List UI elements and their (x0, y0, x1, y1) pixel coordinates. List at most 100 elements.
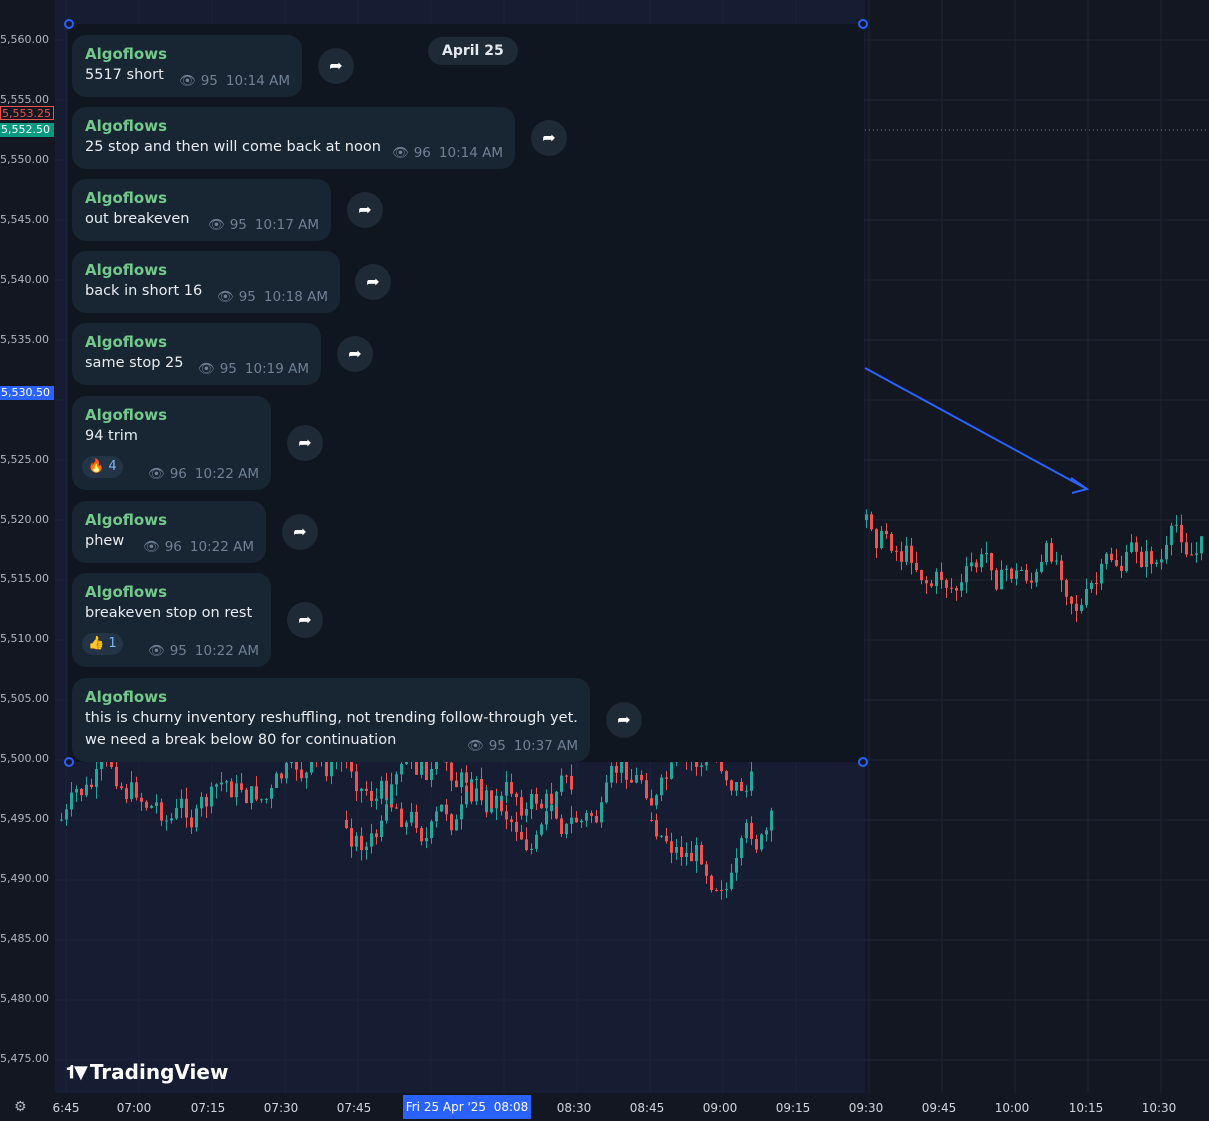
candle-body (1030, 580, 1033, 583)
candle-body (940, 571, 943, 581)
message-sender[interactable]: Algoflows (85, 260, 326, 280)
forward-button[interactable]: ➦ (287, 425, 323, 461)
message-sender[interactable]: Algoflows (85, 510, 252, 530)
forward-button[interactable]: ➦ (347, 192, 383, 228)
candle-body (695, 844, 698, 862)
candle-body (1175, 524, 1178, 526)
resize-handle-br[interactable] (858, 757, 868, 767)
candle-body (1060, 560, 1063, 581)
candle-body (1130, 542, 1133, 553)
reaction-emoji: 👍 (88, 636, 105, 651)
message-bubble[interactable]: Algoflows breakeven stop on rest 👍 1 👁 95 10:… (72, 573, 271, 667)
candle-body (345, 820, 348, 829)
candle-body (145, 801, 148, 808)
candle-body (220, 782, 223, 785)
candle-body (140, 797, 143, 802)
candle-body (1135, 542, 1138, 552)
candle-body (630, 779, 633, 783)
message-sender[interactable]: Algoflows (85, 582, 257, 602)
candle-body (985, 552, 988, 555)
message-bubble[interactable]: Algoflows 94 trim 🔥 4 👁 96 10:22 AM (72, 396, 271, 490)
candle-body (675, 846, 678, 853)
candle-body (360, 788, 363, 792)
message-sender[interactable]: Algoflows (85, 405, 257, 425)
candle-body (130, 782, 133, 800)
candle-body (485, 790, 488, 801)
candle-body (750, 771, 753, 791)
view-count: 95 (229, 217, 247, 233)
time-label: 10:15 (1068, 1101, 1104, 1115)
price-label: 5,480.00 (0, 992, 49, 1005)
price-badge-green: 5,552.50 (0, 123, 54, 137)
message-time: 10:17 AM (254, 217, 319, 233)
time-label: 09:15 (775, 1101, 811, 1115)
forward-button[interactable]: ➦ (531, 120, 567, 156)
message-bubble[interactable]: Algoflows 25 stop and then will come back… (72, 107, 515, 169)
candle-body (475, 788, 478, 802)
candle-body (565, 775, 568, 777)
candle-body (1095, 582, 1098, 584)
candle-body (545, 793, 548, 809)
candle-body (255, 786, 258, 800)
message-bubble[interactable]: Algoflows this is churny inventory reshuf… (72, 678, 590, 762)
time-label: 07:45 (336, 1101, 372, 1115)
candle-body (745, 790, 748, 792)
message-time: 10:14 AM (438, 145, 503, 161)
message-bubble[interactable]: Algoflows back in short 16 👁 95 10:18 AM (72, 251, 340, 313)
message-time: 10:14 AM (225, 73, 290, 89)
candle-body (1155, 562, 1158, 565)
view-count: 95 (219, 361, 237, 377)
forward-button[interactable]: ➦ (606, 702, 642, 738)
candle-body (710, 875, 713, 890)
candle-body (60, 819, 63, 821)
resize-handle-tr[interactable] (858, 19, 868, 29)
candle-body (85, 784, 88, 796)
message-sender[interactable]: Algoflows (85, 116, 501, 136)
reaction-chip[interactable]: 👍 1 (82, 633, 123, 655)
candle-body (150, 805, 153, 808)
price-label: 5,475.00 (0, 1052, 49, 1065)
candle-body (575, 817, 578, 823)
candle-body (545, 811, 548, 825)
settings-icon[interactable]: ⚙ (14, 1099, 30, 1115)
message-sender[interactable]: Algoflows (85, 188, 317, 208)
candle-body (870, 514, 873, 530)
candle-body (395, 774, 398, 785)
message-sender[interactable]: Algoflows (85, 44, 288, 64)
message-bubble[interactable]: Algoflows same stop 25 👁 95 10:19 AM (72, 323, 321, 385)
message-bubble[interactable]: Algoflows out breakeven 👁 95 10:17 AM (72, 179, 331, 241)
forward-button[interactable]: ➦ (282, 514, 318, 550)
resize-handle-tl[interactable] (64, 19, 74, 29)
candle-body (75, 788, 78, 793)
candle-body (885, 530, 888, 535)
candle-body (1015, 570, 1018, 579)
view-count: 95 (169, 643, 187, 659)
candle-body (70, 792, 73, 810)
candle-body (730, 872, 733, 889)
time-label: 09:30 (848, 1101, 884, 1115)
price-label: 5,500.00 (0, 752, 49, 765)
candle-body (525, 839, 528, 850)
message-bubble[interactable]: Algoflows phew 👁 96 10:22 AM (72, 501, 266, 563)
reaction-chip[interactable]: 🔥 4 (82, 456, 123, 478)
reaction-count: 4 (108, 459, 117, 474)
candle-body (540, 824, 543, 835)
message-sender[interactable]: Algoflows (85, 687, 576, 707)
forward-button[interactable]: ➦ (337, 336, 373, 372)
resize-handle-bl[interactable] (64, 757, 74, 767)
message-bubble[interactable]: Algoflows 5517 short 👁 95 10:14 AM (72, 35, 302, 97)
candle-body (415, 760, 418, 775)
candle-body (1195, 553, 1198, 555)
candle-body (570, 817, 573, 824)
candle-body (1125, 552, 1128, 571)
candle-body (415, 811, 418, 829)
forward-button[interactable]: ➦ (355, 264, 391, 300)
candle-body (420, 760, 423, 775)
message-time: 10:22 AM (189, 539, 254, 555)
forward-button[interactable]: ➦ (287, 602, 323, 638)
candle-body (740, 781, 743, 791)
candle-body (420, 828, 423, 842)
price-label: 5,535.00 (0, 333, 49, 346)
message-sender[interactable]: Algoflows (85, 332, 307, 352)
forward-button[interactable]: ➦ (318, 48, 354, 84)
